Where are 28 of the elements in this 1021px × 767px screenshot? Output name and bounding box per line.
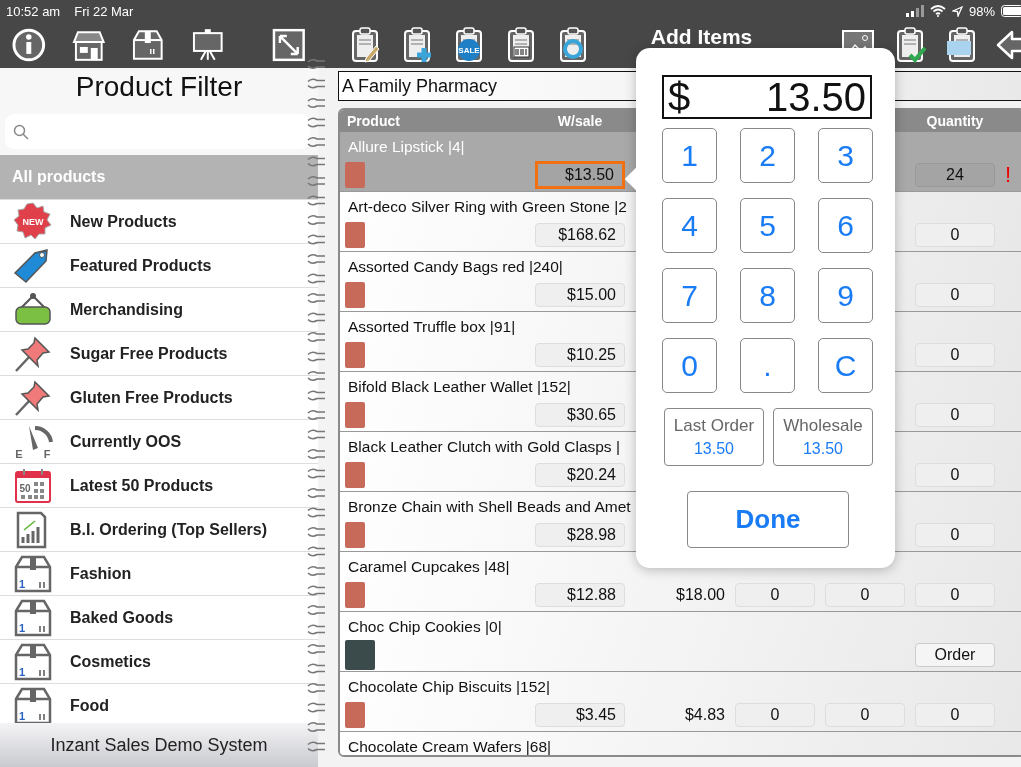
warning-mark: ! xyxy=(1005,162,1013,188)
column-header: Product xyxy=(346,113,401,129)
product-name: Caramel Cupcakes |48| xyxy=(348,558,510,577)
product-name: Black Leather Clutch with Gold Clasps | xyxy=(348,438,620,457)
status-time: 10:52 am xyxy=(6,3,61,19)
box-icon: 1 xyxy=(13,641,53,682)
product-name: Art-deco Silver Ring with Green Stone |2 xyxy=(348,198,627,217)
screen-title: Add Items xyxy=(650,25,753,49)
price-text: $18.00 xyxy=(675,586,725,604)
product-name: Allure Lipstick |4| xyxy=(348,138,465,157)
column-header: W/sale xyxy=(556,113,604,129)
product-name: Bifold Black Leather Wallet |152| xyxy=(348,378,571,397)
product-name: Choc Chip Cookies |0| xyxy=(348,618,502,637)
status-date: Fri 22 Mar xyxy=(74,3,134,19)
battery-percent: 98% xyxy=(968,3,995,19)
box-icon: 1 xyxy=(13,685,53,723)
panel-title: Product Filter xyxy=(0,68,318,108)
box-icon: 1 xyxy=(13,597,53,638)
product-name: Chocolate Chip Biscuits |152| xyxy=(348,678,550,697)
footer-label: Inzant Sales Demo System xyxy=(50,734,268,756)
column-header: Quantity xyxy=(925,113,985,129)
price-text: $4.83 xyxy=(683,706,725,724)
product-name: Assorted Truffle box |91| xyxy=(348,318,516,337)
new-badge-icon: NEW xyxy=(13,201,53,242)
product-name: Bronze Chain with Shell Beads and Amet xyxy=(348,498,631,517)
product-name: Chocolate Cream Wafers |68| xyxy=(348,738,552,755)
product-name: Assorted Candy Bags red |240| xyxy=(348,258,563,277)
box-icon: 1 xyxy=(13,553,53,594)
